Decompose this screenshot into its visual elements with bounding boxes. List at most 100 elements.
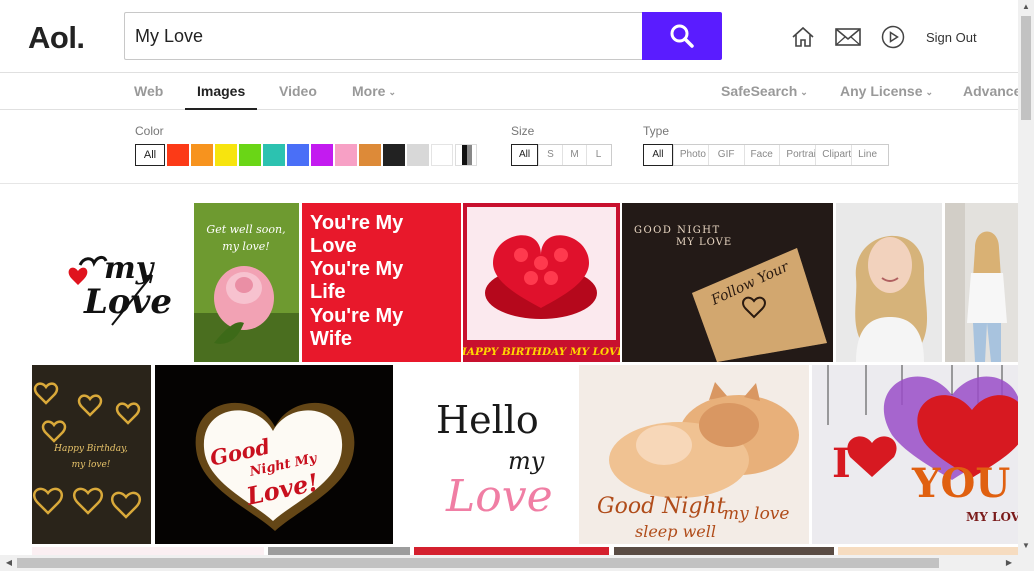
image-result-get-well-rose[interactable]: Get well soon, my love! xyxy=(194,203,299,362)
search-input[interactable] xyxy=(125,13,642,59)
size-large-option[interactable]: L xyxy=(586,145,610,165)
type-gif-option[interactable]: GIF xyxy=(707,145,744,165)
tab-more-label: More xyxy=(352,83,386,99)
image-result-youre-my-wife[interactable]: You're My Love You're My Life You're My … xyxy=(302,203,461,362)
safesearch-label: SafeSearch xyxy=(721,83,798,99)
color-swatch-blue[interactable] xyxy=(287,144,309,166)
video-play-icon xyxy=(881,25,905,49)
color-swatch-red[interactable] xyxy=(167,144,189,166)
woman-street-photo xyxy=(945,203,1018,362)
safesearch-dropdown[interactable]: SafeSearch ⌄ xyxy=(721,73,808,110)
cats-text-3: sleep well xyxy=(635,522,716,541)
my-love-calligraphy-image: my Love xyxy=(68,251,172,326)
search-tabs: Web Images Video More ⌄ SafeSearch ⌄ Any L… xyxy=(0,73,1021,110)
aol-logo[interactable]: Aol. xyxy=(28,20,85,56)
chevron-down-icon: ⌄ xyxy=(800,87,808,97)
cake-caption: HAPPY BIRTHDAY MY LOVE xyxy=(463,346,620,358)
image-result-birthday-cake[interactable]: HAPPY BIRTHDAY MY LOVE xyxy=(463,203,620,362)
color-swatch-yellow[interactable] xyxy=(215,144,237,166)
color-filter-label: Color xyxy=(135,124,164,138)
image-result-hello-my-love[interactable]: Hello my Love xyxy=(396,365,577,544)
pink-rose-image: Get well soon, my love! xyxy=(194,203,299,362)
horizontal-scrollbar[interactable]: ◀ ▶ xyxy=(0,555,1034,571)
vertical-scroll-thumb[interactable] xyxy=(1021,16,1031,120)
image-result-sleeping-cats[interactable]: Good Night my love sleep well xyxy=(579,365,809,544)
type-all-option[interactable]: All xyxy=(643,144,673,166)
filter-bar: Color All Size All S M L Type All Photo … xyxy=(0,110,1018,184)
tab-more[interactable]: More ⌄ xyxy=(352,73,396,110)
tab-web[interactable]: Web xyxy=(134,73,163,110)
home-button[interactable] xyxy=(790,24,816,50)
image-result-golden-hearts[interactable]: Happy Birthday, my love! xyxy=(32,365,151,544)
good-night-card-image: GOOD NIGHT MY LOVE Follow Your xyxy=(622,203,833,362)
bday-text-1: Happy Birthday, xyxy=(53,444,128,454)
horizontal-scroll-thumb[interactable] xyxy=(17,558,939,568)
type-filter-label: Type xyxy=(643,124,670,138)
color-swatch-teal[interactable] xyxy=(263,144,285,166)
tab-video[interactable]: Video xyxy=(279,73,317,110)
video-button[interactable] xyxy=(880,24,906,50)
type-photo-option[interactable]: Photo xyxy=(672,145,708,165)
advanced-link[interactable]: Advance xyxy=(963,73,1021,110)
scroll-up-arrow-icon[interactable]: ▲ xyxy=(1018,2,1034,11)
size-filter: All S M L xyxy=(511,144,612,166)
wife-line-4: Life xyxy=(310,281,346,303)
mail-button[interactable] xyxy=(835,24,861,50)
scroll-right-arrow-icon[interactable]: ▶ xyxy=(1001,558,1017,567)
color-swatch-pink[interactable] xyxy=(335,144,357,166)
type-line-option[interactable]: Line xyxy=(851,145,888,165)
header: Aol. My Love Sign Out xyxy=(0,0,1018,73)
iloveyou-mylove: MY LOVE xyxy=(966,510,1018,524)
image-result-good-night-card[interactable]: GOOD NIGHT MY LOVE Follow Your xyxy=(622,203,833,362)
image-result-my-love-calligraphy[interactable]: my Love xyxy=(32,203,192,362)
scroll-down-arrow-icon[interactable]: ▼ xyxy=(1018,541,1034,550)
color-swatch-brown[interactable] xyxy=(359,144,381,166)
color-swatch-white[interactable] xyxy=(431,144,453,166)
image-result-row3-2[interactable] xyxy=(268,547,410,555)
wife-line-3: You're My xyxy=(310,258,404,280)
image-result-good-night-heart[interactable]: Good Night My Love! xyxy=(155,365,393,544)
color-swatch-green[interactable] xyxy=(239,144,261,166)
image-result-row3-3[interactable] xyxy=(414,547,609,555)
size-small-option[interactable]: S xyxy=(538,145,562,165)
color-swatch-orange[interactable] xyxy=(191,144,213,166)
image-result-portrait-woman-1[interactable] xyxy=(836,203,942,362)
vertical-scrollbar[interactable]: ▲ ▼ xyxy=(1018,0,1034,555)
tab-images[interactable]: Images xyxy=(185,73,258,110)
cats-text-2: my love xyxy=(723,504,789,524)
color-swatch-black[interactable] xyxy=(383,144,405,166)
image-results-grid: my Love Get well soon, my love! You're M… xyxy=(0,184,1018,555)
type-clipart-option[interactable]: Clipart xyxy=(815,145,851,165)
size-medium-option[interactable]: M xyxy=(562,145,586,165)
search-button[interactable] xyxy=(642,12,722,60)
getwell-text-1: Get well soon, xyxy=(206,223,285,236)
size-all-option[interactable]: All xyxy=(511,144,538,166)
wife-line-1: You're My xyxy=(310,212,404,234)
image-result-portrait-woman-2[interactable] xyxy=(945,203,1018,362)
iloveyou-you: YOU xyxy=(911,460,1010,507)
type-portrait-option[interactable]: Portrait xyxy=(779,145,815,165)
gn-text-2: MY LOVE xyxy=(676,237,732,248)
image-result-i-love-you-hearts[interactable]: I YOU MY LOVE xyxy=(812,365,1018,544)
image-result-row3-1[interactable] xyxy=(32,547,264,555)
cats-text-1: Good Night xyxy=(597,494,726,519)
bday-text-2: my love! xyxy=(72,460,111,470)
color-swatch-black-and-white[interactable] xyxy=(455,144,477,166)
aol-image-search-page: Aol. My Love Sign Out Web Images Video M… xyxy=(0,0,1034,571)
i-love-you-hearts-image: I YOU MY LOVE xyxy=(812,365,1018,544)
advanced-label: Advance xyxy=(963,83,1022,99)
rose-cake-image: HAPPY BIRTHDAY MY LOVE xyxy=(463,203,620,362)
sign-out-link[interactable]: Sign Out xyxy=(926,30,977,45)
search-field[interactable] xyxy=(124,12,642,60)
image-result-row3-5[interactable] xyxy=(838,547,1018,555)
type-face-option[interactable]: Face xyxy=(743,145,780,165)
color-swatch-gray[interactable] xyxy=(407,144,429,166)
scroll-left-arrow-icon[interactable]: ◀ xyxy=(1,558,17,567)
hello-text-1: Hello xyxy=(436,398,539,442)
image-result-row3-4[interactable] xyxy=(614,547,834,555)
color-swatch-purple[interactable] xyxy=(311,144,333,166)
license-dropdown[interactable]: Any License ⌄ xyxy=(840,73,933,110)
hello-text-3: Love xyxy=(445,471,553,522)
color-all-button[interactable]: All xyxy=(135,144,165,166)
golden-hearts-image: Happy Birthday, my love! xyxy=(32,365,151,544)
